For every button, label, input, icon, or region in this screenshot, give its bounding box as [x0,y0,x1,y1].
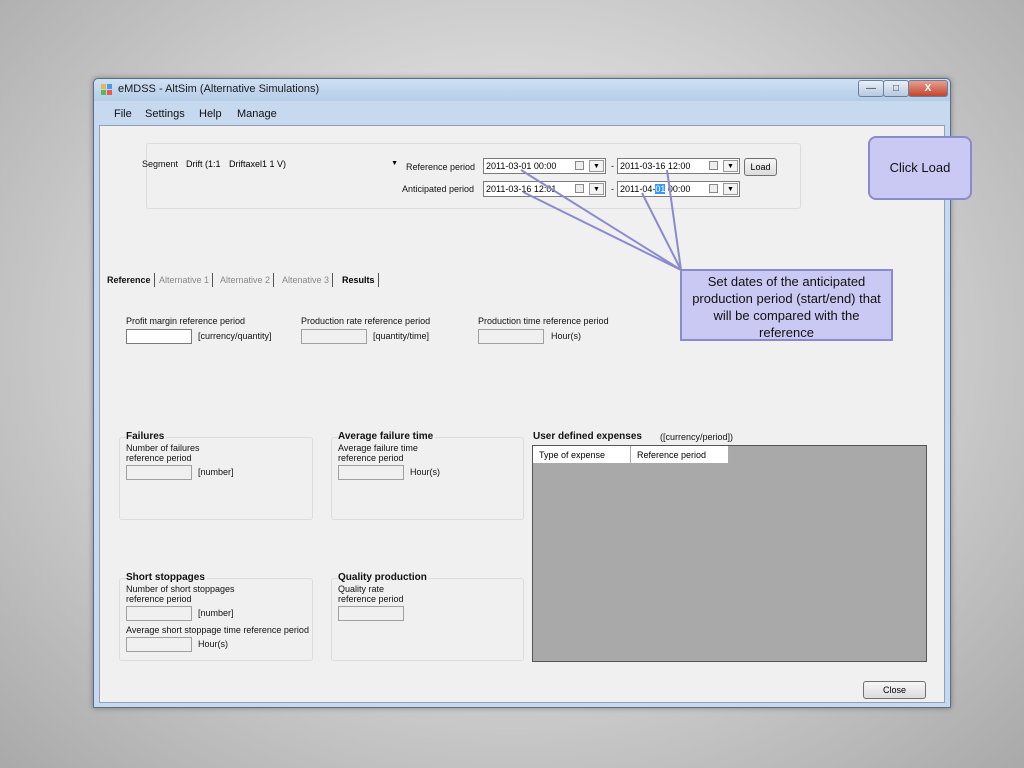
short-stoppages-line1: Number of short stoppages [126,584,235,594]
click-load-callout: Click Load [868,136,972,200]
tab-reference[interactable]: Reference [104,273,155,287]
production-rate-input[interactable] [301,329,367,344]
production-rate-unit: [quantity/time] [373,331,430,341]
profit-margin-input[interactable] [126,329,192,344]
short-stoppages-unit: [number] [198,608,234,618]
app-icon [101,84,113,96]
short-stoppages-line2: reference period [126,594,192,604]
reference-end-picker[interactable]: 2011-03-16 12:00 ▼ [617,158,740,174]
chevron-down-icon[interactable]: ▼ [723,183,738,195]
failures-input[interactable] [126,465,192,480]
segment-combobox[interactable]: Drift (1:1 Driftaxel1 1 V) ▼ [186,159,400,175]
production-time-label: Production time reference period [478,316,609,326]
anticipated-start-value: 2011-03-16 12:01 [486,184,557,194]
chevron-down-icon[interactable]: ▼ [589,183,604,195]
maximize-button[interactable]: □ [883,80,909,97]
anticipated-end-prefix: 2011-04- [620,184,656,194]
anticipated-start-picker[interactable]: 2011-03-16 12:01 ▼ [483,181,606,197]
segment-value-name: Driftaxel1 1 V) [229,159,287,169]
short-stoppage-avg-unit: Hour(s) [198,639,229,649]
segment-value-code: Drift (1:1 [186,159,221,169]
avg-failure-line2: reference period [338,453,404,463]
failures-line1: Number of failures [126,443,200,453]
user-expenses-unit: ([currency/period]) [660,432,734,442]
column-header-reference[interactable]: Reference period [631,446,729,464]
close-window-button[interactable]: X [908,80,948,97]
quality-line2: reference period [338,594,404,604]
avg-failure-unit: Hour(s) [410,467,441,477]
segment-label: Segment [142,159,179,169]
calendar-icon [575,161,584,170]
tab-alternative-2[interactable]: Alternative 2 [217,273,275,287]
menu-manage[interactable]: Manage [237,108,277,120]
quality-title: Quality production [338,572,429,583]
period-separator: - [611,184,614,194]
calendar-icon [709,161,718,170]
anticipated-period-label: Anticipated period [402,184,475,194]
failures-title: Failures [126,431,167,442]
minimize-button[interactable]: — [858,80,884,97]
calendar-icon [575,184,584,193]
selection-group [146,143,801,209]
avg-failure-line1: Average failure time [338,443,418,453]
reference-period-label: Reference period [406,162,476,172]
short-stoppages-title: Short stoppages [126,572,207,583]
period-separator: - [611,161,614,171]
user-expenses-grid[interactable]: Type of expense Reference period [532,445,927,662]
quality-line1: Quality rate [338,584,385,594]
column-header-type[interactable]: Type of expense [533,446,631,464]
failures-line2: reference period [126,453,192,463]
production-time-unit: Hour(s) [551,331,582,341]
anticipated-end-suffix: 00:00 [665,184,691,194]
tab-alternative-3[interactable]: Altenative 3 [279,273,334,287]
menu-bar: File Settings Help Manage [98,103,946,125]
user-expenses-title: User defined expenses [533,431,642,442]
reference-start-value: 2011-03-01 00:00 [486,161,557,171]
chevron-down-icon: ▼ [391,160,398,167]
load-button[interactable]: Load [744,158,777,176]
avg-failure-input[interactable] [338,465,404,480]
production-rate-label: Production rate reference period [301,316,431,326]
window-title: eMDSS - AltSim (Alternative Simulations) [118,83,320,95]
menu-settings[interactable]: Settings [145,108,185,120]
short-stoppages-input[interactable] [126,606,192,621]
tab-alternative-1[interactable]: Alternative 1 [156,273,214,287]
failures-unit: [number] [198,467,234,477]
menu-help[interactable]: Help [199,108,222,120]
title-bar[interactable]: eMDSS - AltSim (Alternative Simulations)… [94,79,950,101]
chevron-down-icon[interactable]: ▼ [723,160,738,172]
chevron-down-icon[interactable]: ▼ [589,160,604,172]
profit-margin-label: Profit margin reference period [126,316,246,326]
reference-end-value: 2011-03-16 12:00 [620,161,691,171]
production-time-input[interactable] [478,329,544,344]
set-dates-callout: Set dates of the anticipated production … [680,269,893,341]
short-stoppage-avg-input[interactable] [126,637,192,652]
profit-margin-unit: [currency/quantity] [198,331,272,341]
anticipated-end-selected-day[interactable]: 01 [655,184,666,194]
close-button[interactable]: Close [863,681,926,699]
avg-failure-title: Average failure time [338,431,436,442]
calendar-icon [709,184,718,193]
short-stoppage-avg-label: Average short stoppage time reference pe… [126,625,309,635]
menu-file[interactable]: File [114,108,132,120]
reference-start-picker[interactable]: 2011-03-01 00:00 ▼ [483,158,606,174]
quality-input[interactable] [338,606,404,621]
anticipated-end-picker[interactable]: 2011-04-01 00:00 ▼ [617,181,740,197]
tab-results[interactable]: Results [339,273,379,287]
